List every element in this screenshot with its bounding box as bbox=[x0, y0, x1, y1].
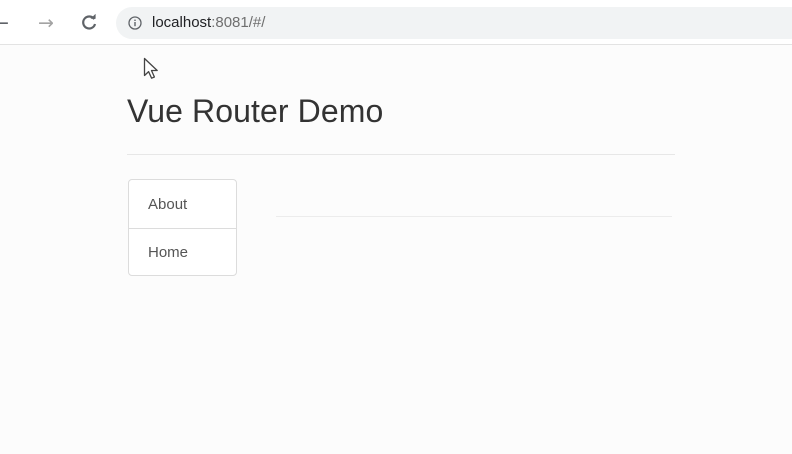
info-icon[interactable] bbox=[128, 16, 142, 30]
mouse-pointer-icon bbox=[143, 57, 158, 79]
url-text[interactable]: localhost:8081/#/ bbox=[152, 15, 265, 31]
reload-button[interactable] bbox=[77, 10, 101, 36]
address-bar[interactable]: localhost:8081/#/ bbox=[116, 7, 792, 39]
back-button[interactable]: ← bbox=[0, 10, 11, 36]
nav-link-about[interactable]: About bbox=[129, 180, 236, 228]
page-title: Vue Router Demo bbox=[127, 93, 384, 129]
url-host: localhost bbox=[152, 14, 212, 31]
url-path: :8081/#/ bbox=[211, 14, 266, 31]
page-content: Vue Router Demo About Home bbox=[0, 45, 792, 454]
title-divider bbox=[127, 154, 675, 155]
reload-icon bbox=[82, 14, 97, 30]
nav-list: About Home bbox=[128, 179, 237, 276]
nav-link-home[interactable]: Home bbox=[129, 228, 236, 275]
forward-button[interactable]: → bbox=[35, 10, 57, 36]
arrow-right-icon: → bbox=[38, 11, 54, 34]
browser-toolbar: ← → localhost:8081/#/ bbox=[0, 0, 792, 45]
browser-window: ← → localhost:8081/#/ Vue Router Demo Ab… bbox=[0, 0, 792, 454]
router-view-divider bbox=[276, 216, 672, 217]
arrow-left-icon: ← bbox=[0, 11, 9, 34]
